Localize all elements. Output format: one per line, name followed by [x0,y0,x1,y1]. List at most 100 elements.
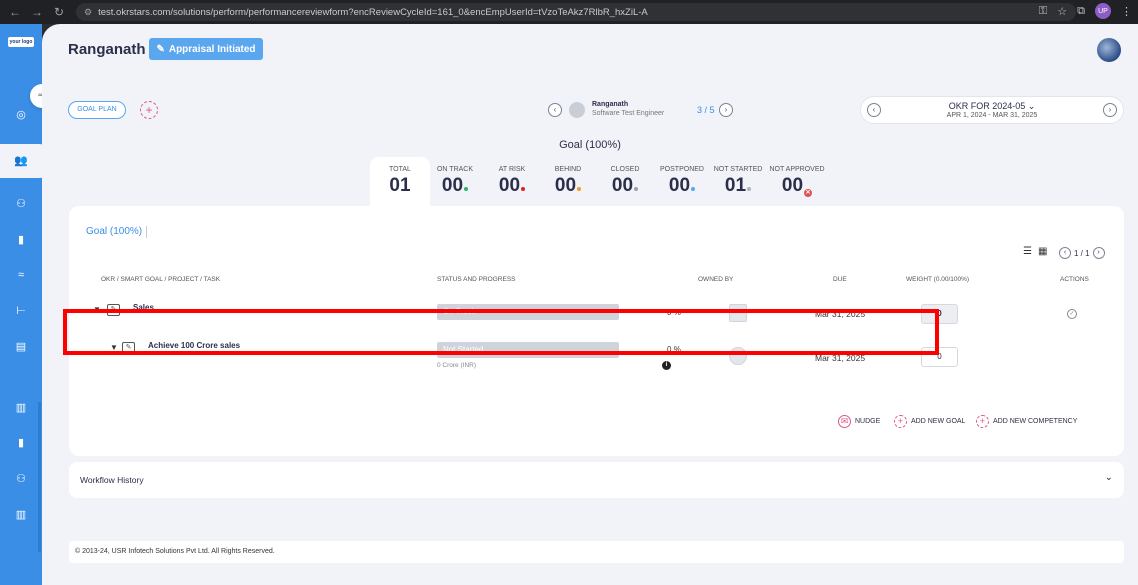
cycle-selector[interactable]: ‹ OKR FOR 2024-05 ⌄ APR 1, 2024 - MAR 31… [860,96,1124,124]
cycle-dates: APR 1, 2024 - MAR 31, 2025 [946,112,1038,119]
add-competency-label: ADD NEW COMPETENCY [993,418,1078,425]
back-icon[interactable]: ← [4,5,26,19]
employee-name: Ranganath [592,101,629,108]
user-avatar[interactable] [1097,38,1121,62]
copyright-text: © 2013-24, USR Infotech Solutions Pvt Lt… [75,548,275,555]
mail-icon: ✉ [838,415,851,428]
status-dot [634,187,639,191]
appraisal-status-button[interactable]: ✎ Appraisal Initiated [149,38,263,60]
stat-behind[interactable]: BEHIND 00 [538,157,598,207]
main-content: Ranganath ✎ Appraisal Initiated GOAL PLA… [42,24,1138,585]
next-page-button[interactable]: › [1092,247,1105,259]
stat-value: 00 [425,175,485,197]
grid-view-icon[interactable]: ▦ [1038,246,1047,257]
workflow-history-panel[interactable]: Workflow History ⌄ [69,462,1124,498]
stat-label: AT RISK [498,166,526,173]
next-employee-button[interactable]: › [719,103,733,117]
plus-icon: + [894,415,907,428]
column-header-due: DUE [833,276,847,283]
info-icon[interactable]: i [662,361,671,370]
address-bar[interactable]: ⚙ test.okrstars.com/solutions/perform/pe… [76,3,1076,21]
stat-closed[interactable]: CLOSED 00 [595,157,655,207]
chart-icon[interactable]: ≈ [14,268,28,282]
forward-icon[interactable]: → [26,5,48,19]
status-dot [464,187,469,191]
analytics-icon[interactable]: ▥ [14,401,28,415]
people-icon[interactable]: ⚇ [14,197,28,211]
list-view-icon[interactable]: ☰ [1023,246,1032,257]
library-icon[interactable]: ▮ [14,436,28,450]
stat-value: 00 ✕ [781,175,813,197]
target-value: 0 Crore (INR) [437,362,477,369]
report-icon[interactable]: ▤ [14,340,28,354]
goal-heading: Goal (100%) [559,139,621,151]
employee-role: Software Test Engineer [592,110,665,117]
cycle-title-text: OKR FOR 2024-05 [948,101,1026,111]
stat-value: 00 [482,175,542,197]
stat-on-track[interactable]: ON TRACK 00 [425,157,485,207]
chevron-down-icon: ⌄ [1027,101,1036,111]
stat-value: 00 [652,175,712,197]
stat-label: TOTAL [389,166,411,173]
prev-employee-button[interactable]: ‹ [548,103,562,117]
check-icon[interactable]: ✓ [1067,309,1077,319]
stat-postponed[interactable]: POSTPONED 00 [652,157,712,207]
add-new-goal-button[interactable]: + ADD NEW GOAL [894,415,965,428]
stat-value: 00 [595,175,655,197]
target-icon[interactable]: ◎ [14,108,28,122]
team-icon: 👥 [14,155,28,167]
menu-icon[interactable]: ⋮ [1121,5,1132,18]
group-icon[interactable]: ⚇ [14,472,28,486]
next-cycle-button[interactable]: › [1103,103,1117,117]
key-icon[interactable]: ⚿ [1039,5,1047,18]
column-header-task: OKR / SMART GOAL / PROJECT / TASK [101,276,221,283]
view-toggle: ☰ ▦ [1023,246,1047,257]
extensions-icon[interactable]: ⧉ [1077,5,1085,18]
reload-icon[interactable]: ↻ [48,5,70,19]
add-goal-plan-button[interactable]: + [140,101,158,119]
status-dot [577,187,582,191]
star-icon[interactable]: ☆ [1057,5,1067,18]
stat-value: 00 [538,175,598,197]
stat-at-risk[interactable]: AT RISK 00 [482,157,542,207]
employee-position: 3 / 5 [697,105,715,115]
stat-label: BEHIND [554,166,582,173]
appraisal-status-label: Appraisal Initiated [168,43,256,55]
status-dot [747,187,752,191]
workflow-title: Workflow History [80,475,144,485]
tab-divider [146,226,147,238]
stat-not-started[interactable]: NOT STARTED 01 [708,157,768,207]
add-goal-label: ADD NEW GOAL [911,418,966,425]
stat-label: NOT APPROVED [769,166,825,173]
add-new-competency-button[interactable]: + ADD NEW COMPETENCY [976,415,1077,428]
hierarchy-icon[interactable]: ⊢ [14,304,28,318]
browser-toolbar: ← → ↻ ⚙ test.okrstars.com/solutions/perf… [0,0,1138,24]
tab-goal[interactable]: Goal (100%) [86,226,142,237]
stats-icon[interactable]: ▥ [14,508,28,522]
chevron-down-icon[interactable]: ⌄ [1105,472,1113,483]
column-header-weight: WEIGHT (0.00/100%) [906,276,970,283]
close-icon: ✕ [804,189,813,197]
column-header-status: STATUS AND PROGRESS [437,276,516,283]
nudge-button[interactable]: ✉ NUDGE [838,415,880,428]
stat-label: CLOSED [610,166,640,173]
site-info-icon[interactable]: ⚙ [84,7,92,18]
book-icon[interactable]: ▮ [14,233,28,247]
page-title: Ranganath [68,41,146,58]
prev-page-button[interactable]: ‹ [1059,247,1071,259]
nudge-label: NUDGE [855,418,881,425]
pencil-icon: ✎ [156,43,165,55]
stat-value: 01 [389,175,411,196]
column-header-owned: OWNED BY [698,276,734,283]
sidebar: your logo ◎ 👥 ⚇ ▮ ≈ ⊢ ▤ ▥ ▮ ⚇ ▥ [0,24,56,585]
stat-total[interactable]: TOTAL 01 [370,157,430,207]
goal-plan-button[interactable]: GOAL PLAN [68,101,126,119]
cycle-title: OKR FOR 2024-05 ⌄ [861,101,1123,112]
profile-icon[interactable]: UP [1095,3,1111,19]
url-text: test.okrstars.com/solutions/perform/perf… [98,6,648,18]
stat-not-approved[interactable]: NOT APPROVED 00 ✕ [765,157,829,207]
stat-label: POSTPONED [660,166,704,173]
stat-value: 01 [708,175,768,197]
sidebar-scrollbar[interactable] [38,402,41,552]
status-dot [521,187,526,191]
